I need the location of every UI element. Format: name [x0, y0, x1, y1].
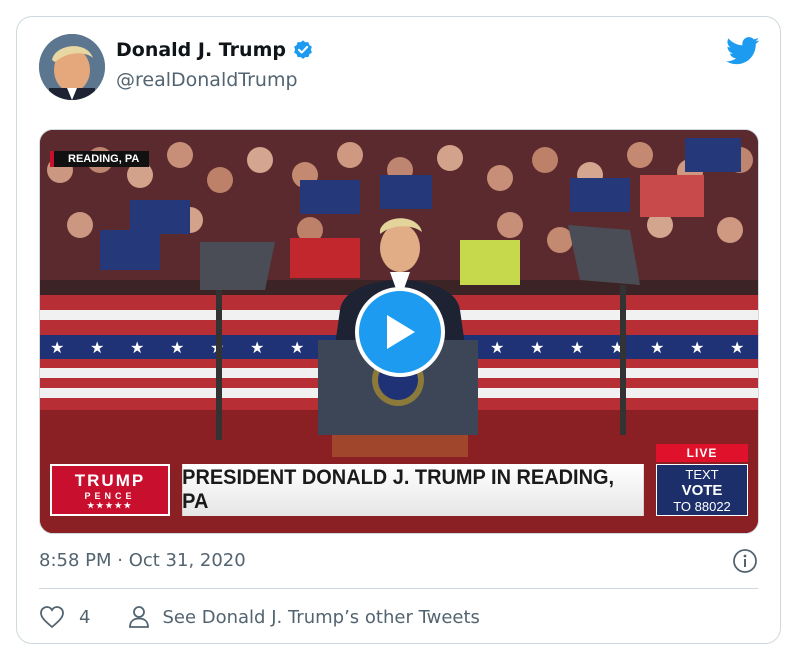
video-player[interactable]: ★★ ★★ ★★ ★★ ★★ ★★ ★★ READING, — [39, 129, 759, 534]
like-count: 4 — [79, 606, 91, 628]
tweet-timestamp[interactable]: 8:58 PM · Oct 31, 2020 — [39, 550, 246, 571]
cta-line-1: TEXT — [685, 467, 719, 482]
play-icon — [387, 315, 415, 349]
logo-trump-text: TRUMP — [74, 471, 146, 490]
author-handle[interactable]: @realDonaldTrump — [116, 69, 298, 91]
location-tag: READING, PA — [50, 151, 150, 167]
svg-text:★: ★ — [650, 338, 664, 357]
tweet-card: Donald J. Trump @realDonaldTrump ★ ★ ★ ★… — [16, 16, 781, 644]
avatar-image — [39, 34, 105, 100]
cta-line-2: VOTE — [681, 482, 723, 499]
svg-text:★: ★ — [50, 338, 64, 357]
see-other-tweets-label[interactable]: See Donald J. Trump’s other Tweets — [162, 607, 479, 628]
svg-text:★: ★ — [250, 338, 264, 357]
divider — [39, 588, 758, 589]
video-headline: PRESIDENT DONALD J. TRUMP IN READING, PA — [182, 464, 644, 516]
logo-stars: ★★★★★ — [87, 501, 133, 510]
svg-text:★: ★ — [130, 338, 144, 357]
heart-icon — [40, 606, 64, 629]
info-icon[interactable] — [732, 548, 758, 574]
svg-text:★: ★ — [170, 338, 184, 357]
svg-text:★: ★ — [490, 338, 504, 357]
play-button[interactable] — [355, 287, 445, 377]
person-icon — [129, 606, 150, 628]
svg-text:★: ★ — [290, 338, 304, 357]
see-other-tweets-link[interactable]: See Donald J. Trump’s other Tweets — [128, 605, 480, 629]
cta-line-3: TO 88022 — [673, 499, 731, 514]
author-name[interactable]: Donald J. Trump — [116, 39, 286, 61]
avatar[interactable] — [39, 34, 105, 100]
svg-text:★: ★ — [90, 338, 104, 357]
verified-badge-icon — [294, 40, 312, 59]
logo-pence-text: PENCE — [84, 491, 136, 501]
news-lower-third: TRUMP PENCE ★★★★★ PRESIDENT DONALD J. TR… — [50, 444, 750, 516]
svg-text:★: ★ — [730, 338, 744, 357]
like-button[interactable]: 4 — [39, 605, 90, 629]
live-badge: LIVE — [656, 444, 748, 462]
text-vote-cta: TEXT VOTE TO 88022 — [656, 464, 748, 516]
author-name-row[interactable]: Donald J. Trump — [116, 39, 314, 61]
svg-text:★: ★ — [570, 338, 584, 357]
svg-text:★: ★ — [530, 338, 544, 357]
trump-pence-logo: TRUMP PENCE ★★★★★ — [50, 464, 170, 516]
svg-text:★: ★ — [690, 338, 704, 357]
tweet-actions: 4 See Donald J. Trump’s other Tweets — [39, 601, 480, 633]
twitter-bird-icon[interactable] — [726, 37, 760, 65]
